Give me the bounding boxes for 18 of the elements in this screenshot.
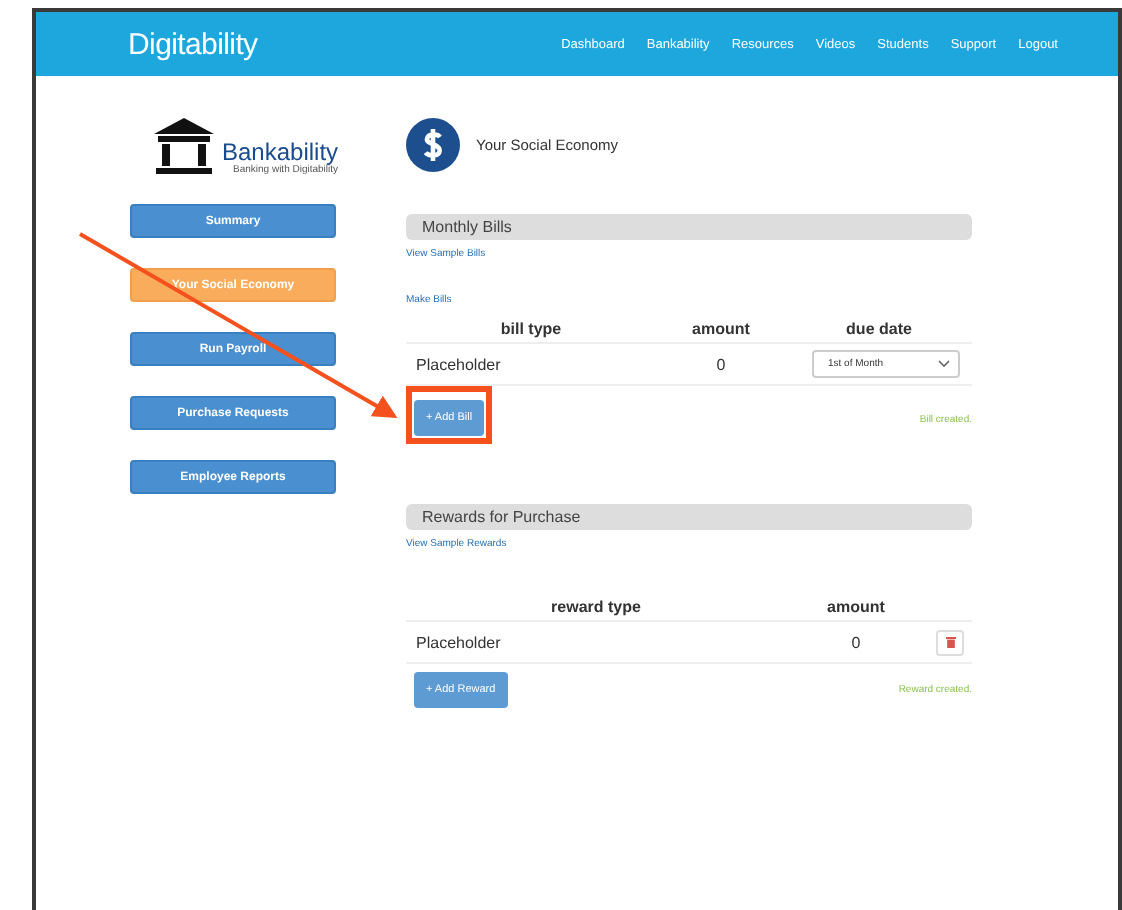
section-title: Rewards for Purchase bbox=[422, 508, 581, 526]
column-header: due date bbox=[844, 319, 914, 337]
column-header: amount bbox=[690, 319, 752, 337]
bank-building-icon bbox=[150, 116, 218, 176]
brand-logo: Digitability bbox=[128, 27, 258, 61]
table-cell-text: 0 bbox=[849, 633, 863, 651]
column-header: reward type bbox=[549, 597, 643, 615]
bankability-logo-text: Bankability bbox=[222, 140, 339, 164]
table-cell-text: Placeholder bbox=[414, 355, 503, 373]
delete-button[interactable] bbox=[936, 629, 964, 655]
table-cell-text: Placeholder bbox=[414, 633, 503, 651]
column-header: amount bbox=[825, 597, 887, 615]
column-header: bill type bbox=[498, 319, 564, 337]
section-title: Monthly Bills bbox=[422, 218, 512, 236]
dollar-icon bbox=[406, 118, 460, 172]
table-cell-text: 0 bbox=[714, 355, 728, 373]
trash-icon bbox=[945, 636, 955, 648]
chevron-icon bbox=[938, 360, 950, 368]
